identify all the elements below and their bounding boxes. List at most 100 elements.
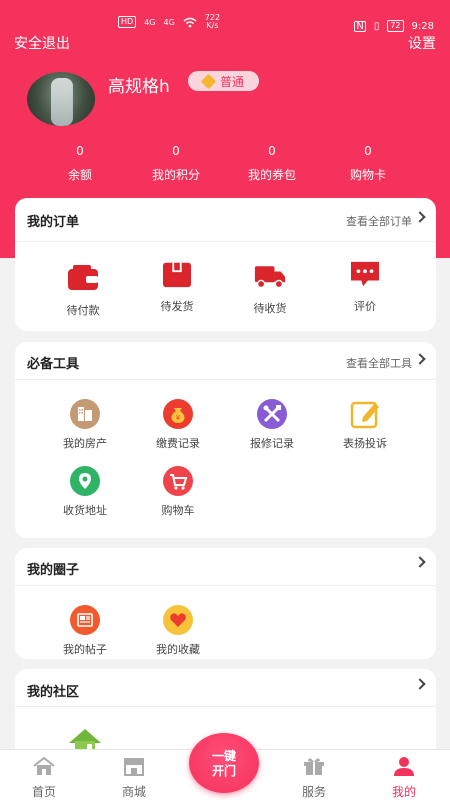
order-pending-receipt[interactable]: 待收货 xyxy=(225,262,315,316)
stat-value: 0 xyxy=(364,144,372,158)
orders-title: 我的订单 xyxy=(27,215,80,230)
nav-label: 服务 xyxy=(301,785,326,799)
order-label: 评价 xyxy=(354,300,376,313)
circle-my-posts[interactable]: 我的帖子 xyxy=(40,605,130,657)
chevron-right-icon xyxy=(414,353,426,365)
avatar-rocks xyxy=(27,72,95,126)
view-all-orders-link[interactable]: 查看全部订单 xyxy=(346,213,412,229)
tool-label: 缴费记录 xyxy=(156,437,200,450)
money-bag-icon: ¥ xyxy=(163,399,193,429)
gift-icon xyxy=(304,758,324,775)
tool-label: 购物车 xyxy=(161,504,195,517)
open-door-line1: 一键 xyxy=(211,749,236,763)
cart-icon xyxy=(163,466,193,496)
tool-payment-records[interactable]: ¥ 缴费记录 xyxy=(133,399,223,451)
stat-label: 我的积分 xyxy=(151,168,200,182)
tools-card: 必备工具 查看全部工具 我的房产 ¥ 缴费记录 报修记录 表扬投诉 收货地址 购… xyxy=(15,342,436,538)
tool-label: 表扬投诉 xyxy=(343,437,387,450)
tool-label: 报修记录 xyxy=(250,437,294,450)
chevron-right-icon xyxy=(414,211,426,223)
status-right: N ▯ 72 9:28 xyxy=(354,20,434,32)
stat-label: 我的券包 xyxy=(247,168,296,182)
one-click-open-door-button[interactable]: 一键 开门 xyxy=(189,733,259,793)
status-bar: HD 4G 4G 722 K/s N ▯ 72 9:28 xyxy=(0,0,450,34)
member-level-label: 普通 xyxy=(219,74,244,89)
comment-icon xyxy=(351,261,379,287)
signal-icon: 4G xyxy=(144,17,156,27)
chevron-right-icon xyxy=(414,678,426,690)
stat-value: 0 xyxy=(268,144,276,158)
stat-coupons[interactable]: 0 我的券包 xyxy=(222,144,322,183)
status-signals: HD 4G 4G 722 K/s xyxy=(118,14,220,30)
tool-praise-complaint[interactable]: 表扬投诉 xyxy=(320,399,410,451)
nav-mall[interactable]: 商城 xyxy=(104,756,164,800)
avatar[interactable] xyxy=(25,70,97,128)
wallet-icon xyxy=(68,265,98,290)
network-chip: HD xyxy=(118,16,137,28)
community-title: 我的社区 xyxy=(27,685,80,700)
community-card-header[interactable]: 我的社区 xyxy=(15,669,436,707)
circle-card: 我的圈子 我的帖子 我的收藏 xyxy=(15,548,436,659)
orders-card: 我的订单 查看全部订单 待付款 待发货 待收货 评价 xyxy=(15,198,436,331)
nav-label: 首页 xyxy=(31,785,56,799)
view-all-tools-link[interactable]: 查看全部工具 xyxy=(346,355,412,371)
nfc-icon: N xyxy=(354,20,366,32)
tools-icon xyxy=(257,399,287,429)
circle-my-favorites[interactable]: 我的收藏 xyxy=(133,605,223,657)
tool-label: 我的房产 xyxy=(63,437,107,450)
tool-shopping-cart[interactable]: 购物车 xyxy=(133,466,223,518)
stat-label: 购物卡 xyxy=(349,168,386,182)
nav-label: 我的 xyxy=(391,785,416,799)
order-pending-shipment[interactable]: 待发货 xyxy=(132,260,222,314)
edit-icon xyxy=(349,399,381,429)
home-icon xyxy=(33,756,55,775)
member-level-badge[interactable]: 普通 xyxy=(188,71,259,91)
location-icon xyxy=(70,466,100,496)
circle-card-header[interactable]: 我的圈子 xyxy=(15,548,436,586)
nav-services[interactable]: 服务 xyxy=(284,756,344,800)
signal-icon: 4G xyxy=(163,17,175,27)
stat-value: 0 xyxy=(172,144,180,158)
network-speed: 722 K/s xyxy=(205,14,220,30)
settings-button[interactable]: 设置 xyxy=(408,33,436,53)
orders-card-header[interactable]: 我的订单 查看全部订单 xyxy=(15,198,436,242)
truck-icon xyxy=(254,266,286,289)
tool-label: 收货地址 xyxy=(63,504,107,517)
order-label: 待发货 xyxy=(160,300,194,313)
nav-home[interactable]: 首页 xyxy=(14,756,74,800)
tool-my-property[interactable]: 我的房产 xyxy=(40,399,130,451)
building-icon xyxy=(70,399,100,429)
heart-icon xyxy=(163,605,193,635)
order-label: 待付款 xyxy=(66,304,100,317)
tool-shipping-address[interactable]: 收货地址 xyxy=(40,466,130,518)
stat-points[interactable]: 0 我的积分 xyxy=(126,144,226,183)
circle-label: 我的收藏 xyxy=(156,643,200,656)
circle-title: 我的圈子 xyxy=(27,563,80,578)
stat-balance[interactable]: 0 余额 xyxy=(30,144,130,183)
open-door-line2: 开门 xyxy=(211,764,236,778)
username: 高规格h xyxy=(108,77,170,97)
logout-button[interactable]: 安全退出 xyxy=(14,33,70,53)
order-label: 待收货 xyxy=(253,302,287,315)
chevron-right-icon xyxy=(414,556,426,568)
order-review[interactable]: 评价 xyxy=(320,260,410,314)
order-pending-payment[interactable]: 待付款 xyxy=(38,264,128,318)
box-icon xyxy=(163,262,191,288)
tool-repair-records[interactable]: 报修记录 xyxy=(227,399,317,451)
tools-card-header[interactable]: 必备工具 查看全部工具 xyxy=(15,342,436,380)
nav-mine[interactable]: 我的 xyxy=(374,756,434,800)
user-icon xyxy=(394,757,414,776)
svg-text:¥: ¥ xyxy=(176,414,181,422)
tools-title: 必备工具 xyxy=(27,357,80,372)
battery-indicator: 72 xyxy=(387,20,404,32)
stat-value: 0 xyxy=(76,144,84,158)
vibrate-icon: ▯ xyxy=(373,20,380,32)
speed-unit: K/s xyxy=(206,21,219,30)
wifi-icon xyxy=(183,17,197,27)
nav-label: 商城 xyxy=(121,785,146,799)
diamond-icon xyxy=(200,73,217,89)
stat-label: 余额 xyxy=(67,168,92,182)
stat-shopping-card[interactable]: 0 购物卡 xyxy=(318,144,418,183)
circle-label: 我的帖子 xyxy=(63,643,107,656)
newspaper-icon xyxy=(70,605,100,635)
